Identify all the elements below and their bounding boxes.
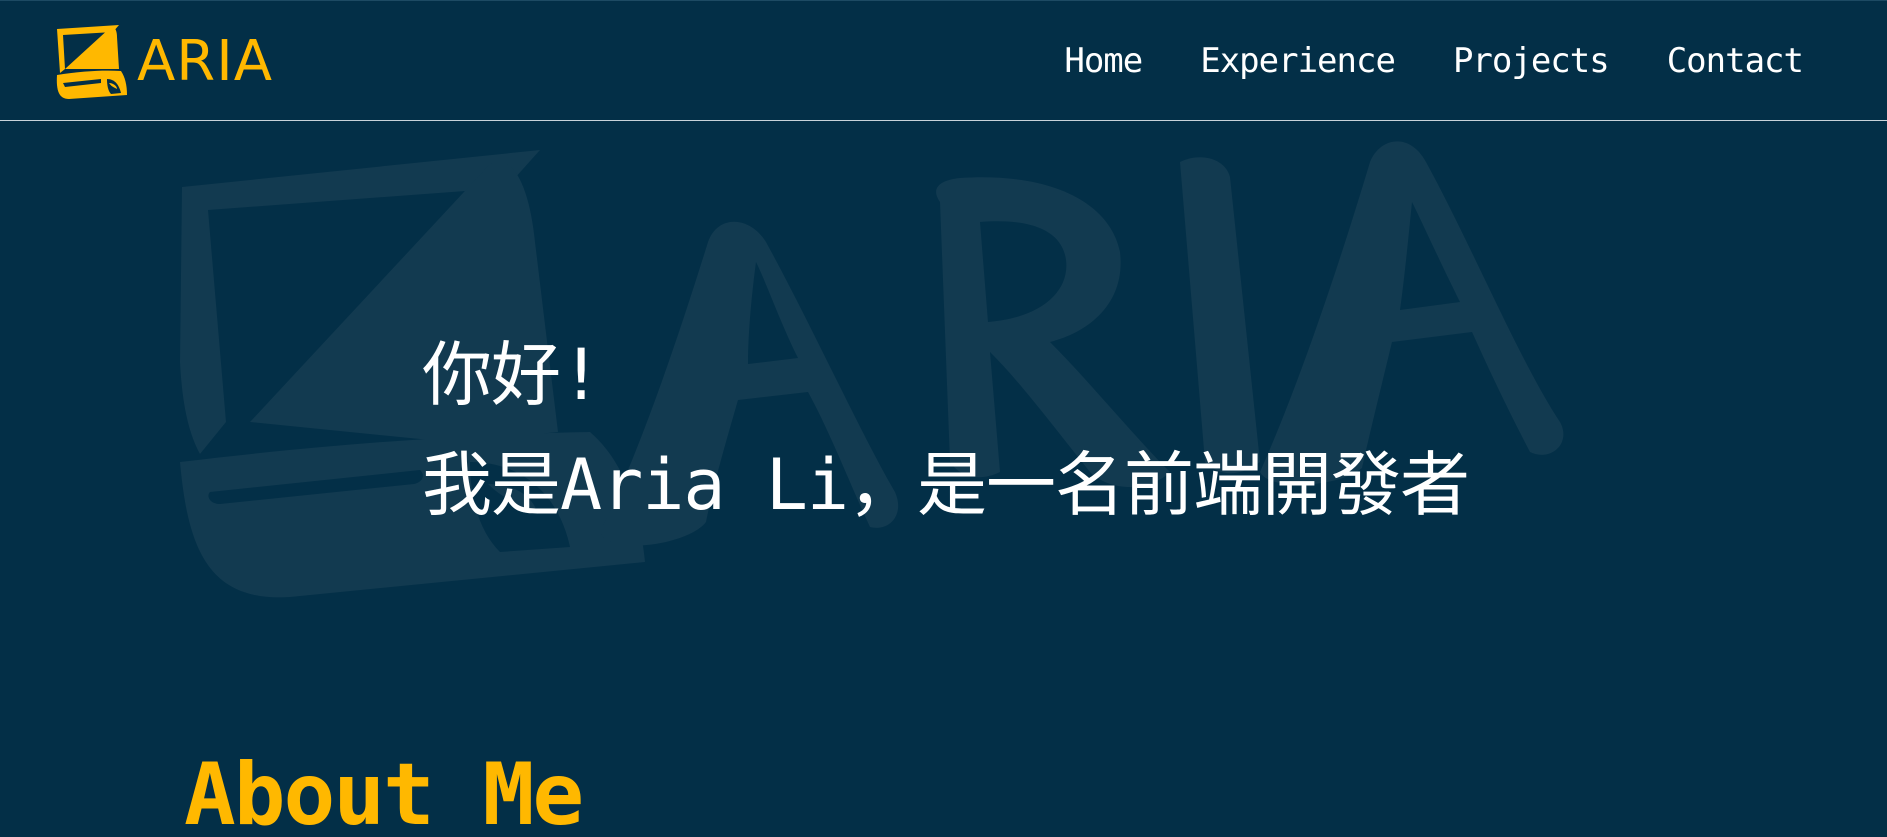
brand-logo-link[interactable]: ARIA xyxy=(53,23,273,101)
main-nav: Home Experience Projects Contact xyxy=(1064,37,1804,85)
nav-projects[interactable]: Projects xyxy=(1453,37,1610,85)
nav-home[interactable]: Home xyxy=(1064,37,1143,85)
greeting-intro: 我是Aria Li，是一名前端開發者 xyxy=(422,444,1470,526)
hero-greeting: 你好! 我是Aria Li，是一名前端開發者 xyxy=(422,320,1470,540)
brand-name: ARIA xyxy=(137,29,274,94)
laptop-logo-icon xyxy=(56,25,128,99)
about-me-heading: About Me xyxy=(184,745,584,837)
hero-section: 你好! 我是Aria Li，是一名前端開發者 About Me xyxy=(0,122,1887,837)
nav-contact[interactable]: Contact xyxy=(1667,37,1804,85)
site-header: ARIA Home Experience Projects Contact xyxy=(0,0,1887,121)
nav-experience[interactable]: Experience xyxy=(1200,37,1396,85)
greeting-hello: 你好! xyxy=(422,334,602,416)
